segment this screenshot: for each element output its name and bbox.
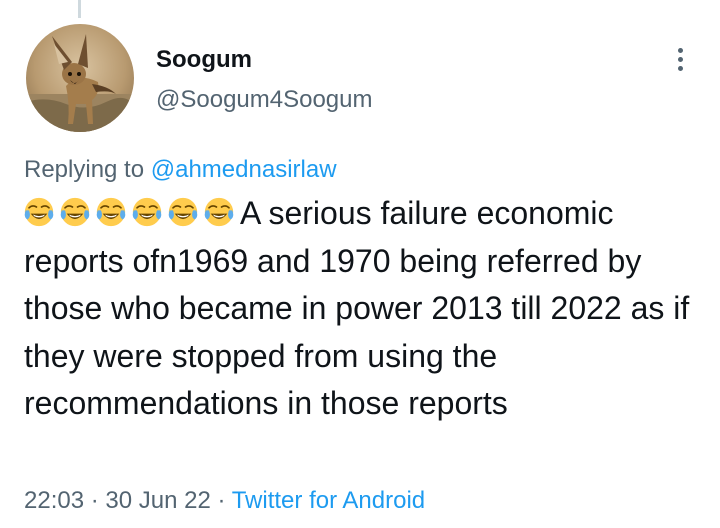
tweet-card: Soogum @Soogum4Soogum Replying to @ahmed… <box>0 0 720 528</box>
display-name[interactable]: Soogum <box>156 46 252 74</box>
thread-connector-line <box>78 0 81 18</box>
avatar-fox-image <box>26 24 134 132</box>
tweet-source-link[interactable]: Twitter for Android <box>232 487 425 514</box>
more-vertical-icon-dot <box>677 65 683 71</box>
face-with-tears-of-joy-icon <box>132 197 162 227</box>
face-with-tears-of-joy-icon <box>96 197 126 227</box>
replying-to-label: Replying to <box>24 156 151 183</box>
meta-separator: · <box>84 487 106 514</box>
more-options-button[interactable] <box>666 42 694 76</box>
user-handle[interactable]: @Soogum4Soogum <box>156 86 373 114</box>
more-vertical-icon-dot <box>677 56 683 62</box>
emoji-group <box>24 195 240 231</box>
replying-to-handle-link[interactable]: @ahmednasirlaw <box>151 156 337 183</box>
more-vertical-icon <box>677 47 683 53</box>
avatar[interactable] <box>26 24 134 132</box>
tweet-date[interactable]: 30 Jun 22 <box>105 487 210 514</box>
face-with-tears-of-joy-icon <box>204 197 234 227</box>
tweet-meta: 22:03 · 30 Jun 22 · Twitter for Android <box>24 486 425 516</box>
tweet-time[interactable]: 22:03 <box>24 487 84 514</box>
replying-to: Replying to @ahmednasirlaw <box>24 155 337 185</box>
meta-separator-2: · <box>210 487 232 514</box>
tweet-body: A serious failure economic reports ofn19… <box>24 190 694 428</box>
face-with-tears-of-joy-icon <box>168 197 198 227</box>
face-with-tears-of-joy-icon <box>60 197 90 227</box>
face-with-tears-of-joy-icon <box>24 197 54 227</box>
